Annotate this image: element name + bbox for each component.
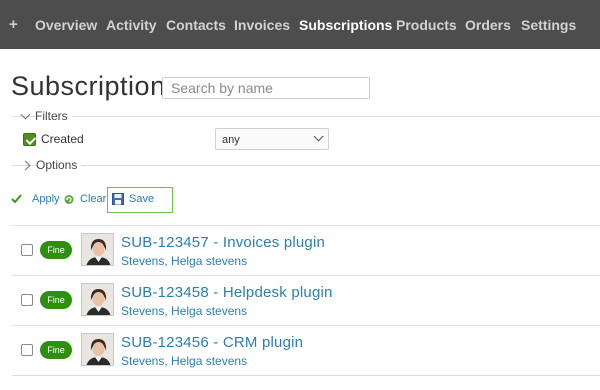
options-label: Options <box>36 158 82 172</box>
nav-activity[interactable]: Activity <box>106 17 157 33</box>
user-avatar-icon <box>82 284 113 315</box>
status-badge: Fine <box>40 291 72 309</box>
row-checkbox[interactable] <box>21 244 33 256</box>
subscription-contact[interactable]: Stevens, Helga stevens <box>121 354 247 368</box>
filters-toggle[interactable]: Filters <box>20 109 72 123</box>
apply-button[interactable]: Apply <box>11 193 60 205</box>
subscription-title[interactable]: SUB-123457 - Invoices plugin <box>121 234 325 251</box>
nav-contacts[interactable]: Contacts <box>166 17 226 33</box>
status-badge: Fine <box>40 341 72 359</box>
nav-subscriptions[interactable]: Subscriptions <box>299 17 392 33</box>
search-input[interactable] <box>162 77 370 99</box>
options-toggle[interactable]: Options <box>20 158 82 172</box>
nav-settings[interactable]: Settings <box>521 17 576 33</box>
check-icon <box>11 194 22 204</box>
add-icon[interactable]: + <box>9 16 18 33</box>
nav-orders[interactable]: Orders <box>465 17 511 33</box>
created-label: Created <box>41 132 84 146</box>
avatar[interactable] <box>81 333 114 366</box>
row-checkbox[interactable] <box>21 344 33 356</box>
clear-label: Clear <box>80 193 107 205</box>
clear-button[interactable]: Clear <box>63 193 106 205</box>
save-label: Save <box>129 193 155 205</box>
apply-label: Apply <box>32 193 60 205</box>
list-item: Fine SUB-123457 - Invoices plugin Steven… <box>12 225 600 275</box>
user-avatar-icon <box>82 234 113 265</box>
nav-products[interactable]: Products <box>396 17 457 33</box>
page-title: Subscriptions <box>11 71 180 101</box>
subscription-contact[interactable]: Stevens, Helga stevens <box>121 304 247 318</box>
subscription-contact[interactable]: Stevens, Helga stevens <box>121 254 247 268</box>
chevron-down-icon <box>20 109 31 119</box>
undo-icon <box>64 195 74 204</box>
chevron-down-icon <box>313 131 324 142</box>
avatar[interactable] <box>81 233 114 266</box>
subscription-title[interactable]: SUB-123456 - CRM plugin <box>121 334 303 351</box>
user-avatar-icon <box>82 334 113 365</box>
divider <box>12 375 600 376</box>
save-button[interactable]: Save <box>112 193 154 205</box>
chevron-right-icon <box>20 160 31 170</box>
list-item: Fine SUB-123458 - Helpdesk plugin Steven… <box>12 275 600 325</box>
nav-invoices[interactable]: Invoices <box>234 17 290 33</box>
divider <box>12 116 600 117</box>
floppy-disk-icon <box>112 193 124 205</box>
created-select[interactable]: any <box>215 128 329 150</box>
created-checkbox[interactable] <box>23 133 36 146</box>
subscription-title[interactable]: SUB-123458 - Helpdesk plugin <box>121 284 333 301</box>
top-nav: + Overview Activity Contacts Invoices Su… <box>0 0 600 49</box>
status-badge: Fine <box>40 241 72 259</box>
avatar[interactable] <box>81 283 114 316</box>
created-select-value: any <box>222 134 240 146</box>
filters-label: Filters <box>35 109 72 123</box>
row-checkbox[interactable] <box>21 294 33 306</box>
list-item: Fine SUB-123456 - CRM plugin Stevens, He… <box>12 325 600 375</box>
divider <box>12 165 600 166</box>
nav-overview[interactable]: Overview <box>35 17 97 33</box>
